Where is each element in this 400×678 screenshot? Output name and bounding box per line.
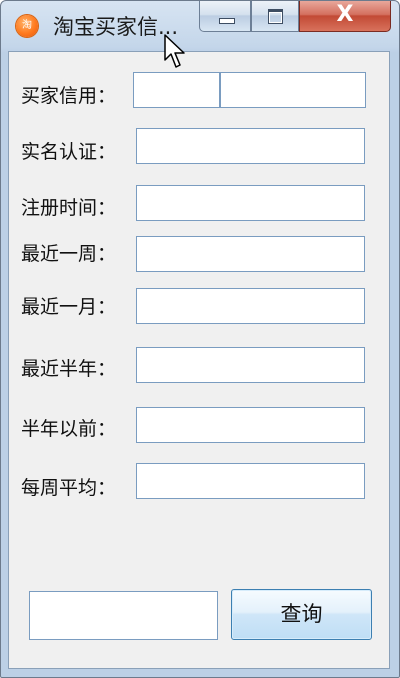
last-month-label: 最近一月： bbox=[21, 296, 117, 318]
before-half-year-field[interactable] bbox=[136, 407, 365, 443]
minimize-button[interactable] bbox=[199, 1, 251, 32]
minimize-icon bbox=[219, 18, 235, 24]
maximize-icon bbox=[268, 9, 283, 24]
window-title: 淘宝买家信... bbox=[53, 15, 179, 39]
maximize-button[interactable] bbox=[251, 1, 299, 32]
buyer-credit-field-2[interactable] bbox=[220, 72, 366, 108]
register-time-field[interactable] bbox=[136, 185, 365, 221]
close-button[interactable]: X bbox=[299, 1, 391, 32]
last-half-year-label: 最近半年： bbox=[21, 358, 117, 380]
weekly-average-field[interactable] bbox=[136, 463, 365, 499]
buyer-credit-label: 买家信用： bbox=[21, 85, 117, 107]
last-half-year-field[interactable] bbox=[136, 347, 365, 383]
weekly-average-label: 每周平均： bbox=[21, 477, 117, 499]
app-window: 淘 淘宝买家信... X 买家信用： 实名认证： 注册时间： 最近一周： 最近一… bbox=[0, 0, 400, 678]
register-time-label: 注册时间： bbox=[21, 197, 117, 219]
title-bar[interactable]: 淘 淘宝买家信... X bbox=[1, 1, 399, 51]
buyer-credit-field-1[interactable] bbox=[133, 72, 220, 108]
caption-buttons: X bbox=[199, 1, 391, 33]
last-week-field[interactable] bbox=[136, 236, 365, 272]
taobao-app-icon[interactable]: 淘 bbox=[16, 15, 38, 37]
query-button[interactable]: 查询 bbox=[231, 589, 372, 640]
mouse-pointer-icon bbox=[164, 34, 185, 68]
last-week-label: 最近一周： bbox=[21, 243, 117, 265]
last-month-field[interactable] bbox=[136, 288, 365, 324]
close-icon: X bbox=[336, 2, 354, 27]
query-input[interactable] bbox=[29, 591, 218, 640]
before-half-year-label: 半年以前： bbox=[21, 418, 117, 440]
real-name-field[interactable] bbox=[136, 128, 365, 164]
client-area: 买家信用： 实名认证： 注册时间： 最近一周： 最近一月： 最近半年： 半年以前… bbox=[8, 51, 390, 669]
real-name-label: 实名认证： bbox=[21, 141, 117, 163]
